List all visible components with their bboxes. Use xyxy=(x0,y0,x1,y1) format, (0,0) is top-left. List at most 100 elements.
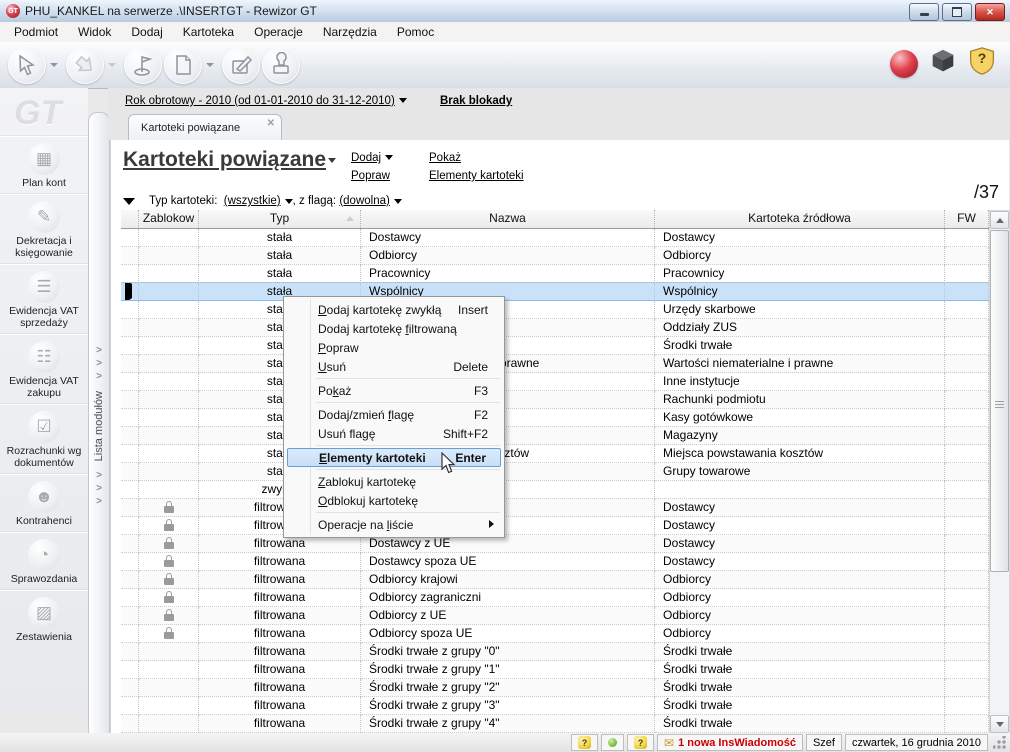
context-menu-item-elementy-kartoteki[interactable]: Elementy kartotekiEnter xyxy=(287,448,501,467)
stamp-icon[interactable] xyxy=(262,46,300,84)
table-row[interactable]: filtrowanaŚrodki trwałe z grupy "1"Środk… xyxy=(121,661,989,679)
context-menu-item-zablokuj-kartotekę[interactable]: Zablokuj kartotekę xyxy=(286,472,502,491)
table-row[interactable]: stałaRachunki podmiotu xyxy=(121,391,989,409)
table-row[interactable]: stałaMiejsca powstawania kosztówMiejsca … xyxy=(121,445,989,463)
flag-icon[interactable] xyxy=(124,46,162,84)
filter-flag-value[interactable]: (dowolna) xyxy=(339,195,390,207)
sidebar-item-zestawienia[interactable]: ▨Zestawienia xyxy=(0,590,88,648)
sidebar-item-vat-sprzedazy[interactable]: ☰Ewidencja VAT sprzedaży xyxy=(0,264,88,334)
filter-icon[interactable] xyxy=(123,198,135,205)
cursor-arrow-icon[interactable] xyxy=(8,46,46,84)
table-row[interactable]: filtrowanaDostawcy spoza UEDostawcy xyxy=(121,553,989,571)
pokaz-link[interactable]: Pokaż xyxy=(429,152,524,170)
table-row[interactable]: zwykła xyxy=(121,481,989,499)
column-header-fw[interactable]: FW xyxy=(945,210,989,228)
sidebar-item-dekretacja[interactable]: ✎Dekretacja i księgowanie xyxy=(0,194,88,264)
chevron-down-icon[interactable] xyxy=(50,63,58,67)
table-row[interactable]: stałaWartości niematerialne i prawneWart… xyxy=(121,355,989,373)
table-row[interactable]: stałaGrupy towarowe xyxy=(121,463,989,481)
table-row[interactable]: filtrowanaDostawcy xyxy=(121,499,989,517)
arrow-down-right-icon[interactable] xyxy=(66,46,104,84)
restore-button[interactable] xyxy=(942,3,972,21)
table-row[interactable]: stałaOddziały ZUS xyxy=(121,319,989,337)
context-menu-item-pokaż[interactable]: PokażF3 xyxy=(286,381,502,400)
context-menu-item-dodaj-kartotekę-filtrowaną[interactable]: Dodaj kartotekę filtrowaną xyxy=(286,319,502,338)
column-header-typ[interactable]: Typ xyxy=(199,210,361,228)
context-menu-item-popraw[interactable]: Popraw xyxy=(286,338,502,357)
column-header-zablokow[interactable]: Zablokow xyxy=(139,210,199,228)
menu-item-narzędzia[interactable]: Narzędzia xyxy=(313,23,387,41)
table-row[interactable]: stałaPracownicyPracownicy xyxy=(121,265,989,283)
table-row[interactable]: stałaUrzędy skarbowe xyxy=(121,301,989,319)
sidebar-item-plan-kont[interactable]: ▦Plan kont xyxy=(0,136,88,194)
chevron-down-icon[interactable] xyxy=(206,63,214,67)
cube-icon[interactable] xyxy=(928,46,958,81)
table-row[interactable]: stałaMagazyny xyxy=(121,427,989,445)
tab-kartoteki-powiazane[interactable]: Kartoteki powiązane ✕ xyxy=(128,114,282,141)
table-row[interactable]: filtrowanaŚrodki trwałe z grupy "0"Środk… xyxy=(121,643,989,661)
help-status-button[interactable]: ? xyxy=(571,734,598,751)
resize-grip[interactable] xyxy=(993,736,1007,750)
context-menu-item-dodaj-kartotekę-zwykłą[interactable]: Dodaj kartotekę zwykłąInsert xyxy=(286,300,502,319)
sidebar-item-kontrahenci[interactable]: ☻Kontrahenci xyxy=(0,474,88,532)
minimize-button[interactable] xyxy=(909,3,939,21)
scroll-down-icon[interactable] xyxy=(990,715,1009,733)
menu-item-dodaj[interactable]: Dodaj xyxy=(121,23,172,41)
context-menu-item-odblokuj-kartotekę[interactable]: Odblokuj kartotekę xyxy=(286,491,502,510)
tab-close-icon[interactable]: ✕ xyxy=(267,118,275,129)
menu-item-operacje[interactable]: Operacje xyxy=(244,23,313,41)
insmail-message[interactable]: ✉ 1 nowa InsWiadomość xyxy=(657,734,803,751)
lock-status-link[interactable]: Brak blokady xyxy=(440,95,512,107)
cell-typ: filtrowana xyxy=(199,553,361,571)
popraw-link[interactable]: Popraw xyxy=(351,170,429,188)
context-menu-item-usuń-flagę[interactable]: Usuń flagęShift+F2 xyxy=(286,424,502,443)
menu-item-pomoc[interactable]: Pomoc xyxy=(387,23,444,41)
scrollbar-thumb[interactable] xyxy=(990,230,1009,572)
table-row[interactable]: filtrowanaOdbiorcy spoza UEOdbiorcy xyxy=(121,625,989,643)
pencil-icon[interactable] xyxy=(222,46,260,84)
dodaj-link[interactable]: Dodaj xyxy=(351,152,429,170)
help-shield-icon[interactable]: ? xyxy=(968,46,996,81)
table-row[interactable]: stałaŚrodki trwałe xyxy=(121,337,989,355)
fiscal-year-link[interactable]: Rok obrotowy - 2010 (od 01-01-2010 do 31… xyxy=(125,95,395,107)
table-row[interactable]: stałaInne instytucje xyxy=(121,373,989,391)
table-header[interactable]: ZablokowTypNazwaKartoteka źródłowaFW xyxy=(121,210,989,229)
table-row[interactable]: stałaDostawcyDostawcy xyxy=(121,229,989,247)
insert-sphere-icon[interactable] xyxy=(890,50,918,78)
lista-modulow-strip[interactable]: >>> Lista modułów >>> xyxy=(88,112,110,740)
table-row[interactable]: filtrowanaŚrodki trwałe z grupy "2"Środk… xyxy=(121,679,989,697)
document-icon[interactable] xyxy=(164,46,202,84)
menu-item-kartoteka[interactable]: Kartoteka xyxy=(173,23,244,41)
table-row[interactable]: filtrowanaDostawcy xyxy=(121,517,989,535)
sidebar-item-vat-zakupu[interactable]: ☷Ewidencja VAT zakupu xyxy=(0,334,88,404)
sidebar-item-sprawozdania[interactable]: ◔Sprawozdania xyxy=(0,532,88,590)
table-row[interactable]: filtrowanaŚrodki trwałe z grupy "4"Środk… xyxy=(121,715,989,733)
connection-status[interactable] xyxy=(601,734,624,751)
column-header-nazwa[interactable]: Nazwa xyxy=(361,210,655,228)
chevron-down-icon[interactable] xyxy=(108,63,116,67)
sidebar-item-rozrachunki[interactable]: ☑Rozrachunki wg dokumentów xyxy=(0,404,88,474)
help-status-button-2[interactable]: ? xyxy=(627,734,654,751)
context-menu-item-operacje-na-liście[interactable]: Operacje na liście xyxy=(286,515,502,534)
context-menu-item-usuń[interactable]: UsuńDelete xyxy=(286,357,502,376)
elementy-kartoteki-link[interactable]: Elementy kartoteki xyxy=(429,170,524,188)
table-row[interactable]: filtrowanaOdbiorcy zagraniczniOdbiorcy xyxy=(121,589,989,607)
close-button[interactable]: ✕ xyxy=(975,3,1005,21)
current-user[interactable]: Szef xyxy=(806,734,842,751)
context-menu-item-dodaj-zmień-flagę[interactable]: Dodaj/zmień flagęF2 xyxy=(286,405,502,424)
menu-item-podmiot[interactable]: Podmiot xyxy=(4,23,68,41)
page-title[interactable]: Kartoteki powiązane xyxy=(123,148,336,172)
column-header-kartoteka-r-d-owa[interactable]: Kartoteka źródłowa xyxy=(655,210,945,228)
scroll-up-icon[interactable] xyxy=(990,211,1009,229)
table-row[interactable]: stałaKasy gotówkowe xyxy=(121,409,989,427)
row-selector-cell xyxy=(121,517,139,535)
menu-item-widok[interactable]: Widok xyxy=(68,23,121,41)
table-row[interactable]: filtrowanaOdbiorcy krajowiOdbiorcy xyxy=(121,571,989,589)
table-row[interactable]: filtrowanaOdbiorcy z UEOdbiorcy xyxy=(121,607,989,625)
vertical-scrollbar[interactable] xyxy=(989,210,1010,734)
table-row[interactable]: filtrowanaŚrodki trwałe z grupy "3"Środk… xyxy=(121,697,989,715)
table-row[interactable]: filtrowanaDostawcy z UEDostawcy xyxy=(121,535,989,553)
table-row[interactable]: stałaOdbiorcyOdbiorcy xyxy=(121,247,989,265)
table-row[interactable]: stałaWspólnicyWspólnicy xyxy=(121,283,989,301)
filter-type-value[interactable]: (wszystkie) xyxy=(224,195,281,207)
